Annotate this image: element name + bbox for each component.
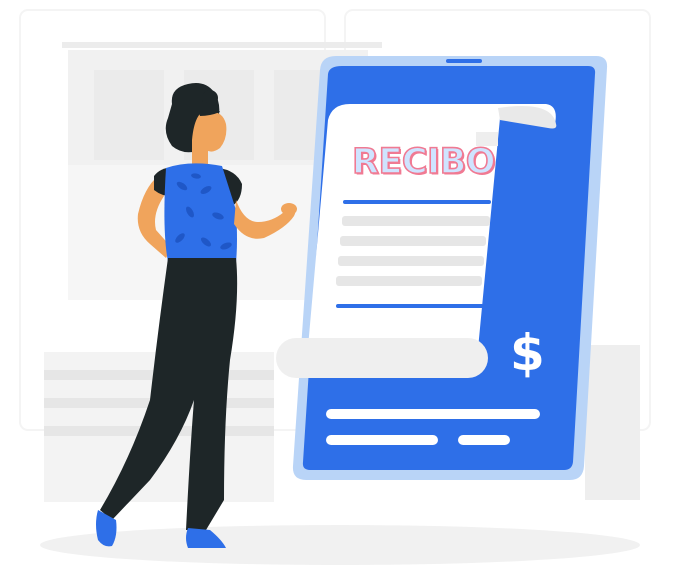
receipt-rule-bottom: [336, 304, 484, 308]
receipt-rule-top: [343, 200, 491, 204]
background-cabinet: [585, 345, 640, 500]
receipt-line-3: [338, 256, 484, 266]
dollar-icon: $: [510, 324, 545, 382]
background-shelf-top: [62, 42, 382, 48]
receipt-illustration: [19, 9, 651, 565]
person-hand: [281, 203, 297, 215]
receipt-title: RECIBO: [351, 142, 496, 182]
receipt-bottom-roll: [276, 338, 488, 378]
screen-line-short: [326, 435, 438, 445]
receipt-line-1: [342, 216, 490, 226]
receipt-line-4: [336, 276, 482, 286]
tablet-speaker: [446, 59, 482, 63]
background-window-pane-left: [94, 70, 164, 160]
receipt-line-2: [340, 236, 486, 246]
screen-line-full: [326, 409, 540, 419]
illustration-stage: RECIBO $: [0, 0, 673, 576]
screen-line-tiny: [458, 435, 510, 445]
floor-shadow: [40, 525, 640, 565]
